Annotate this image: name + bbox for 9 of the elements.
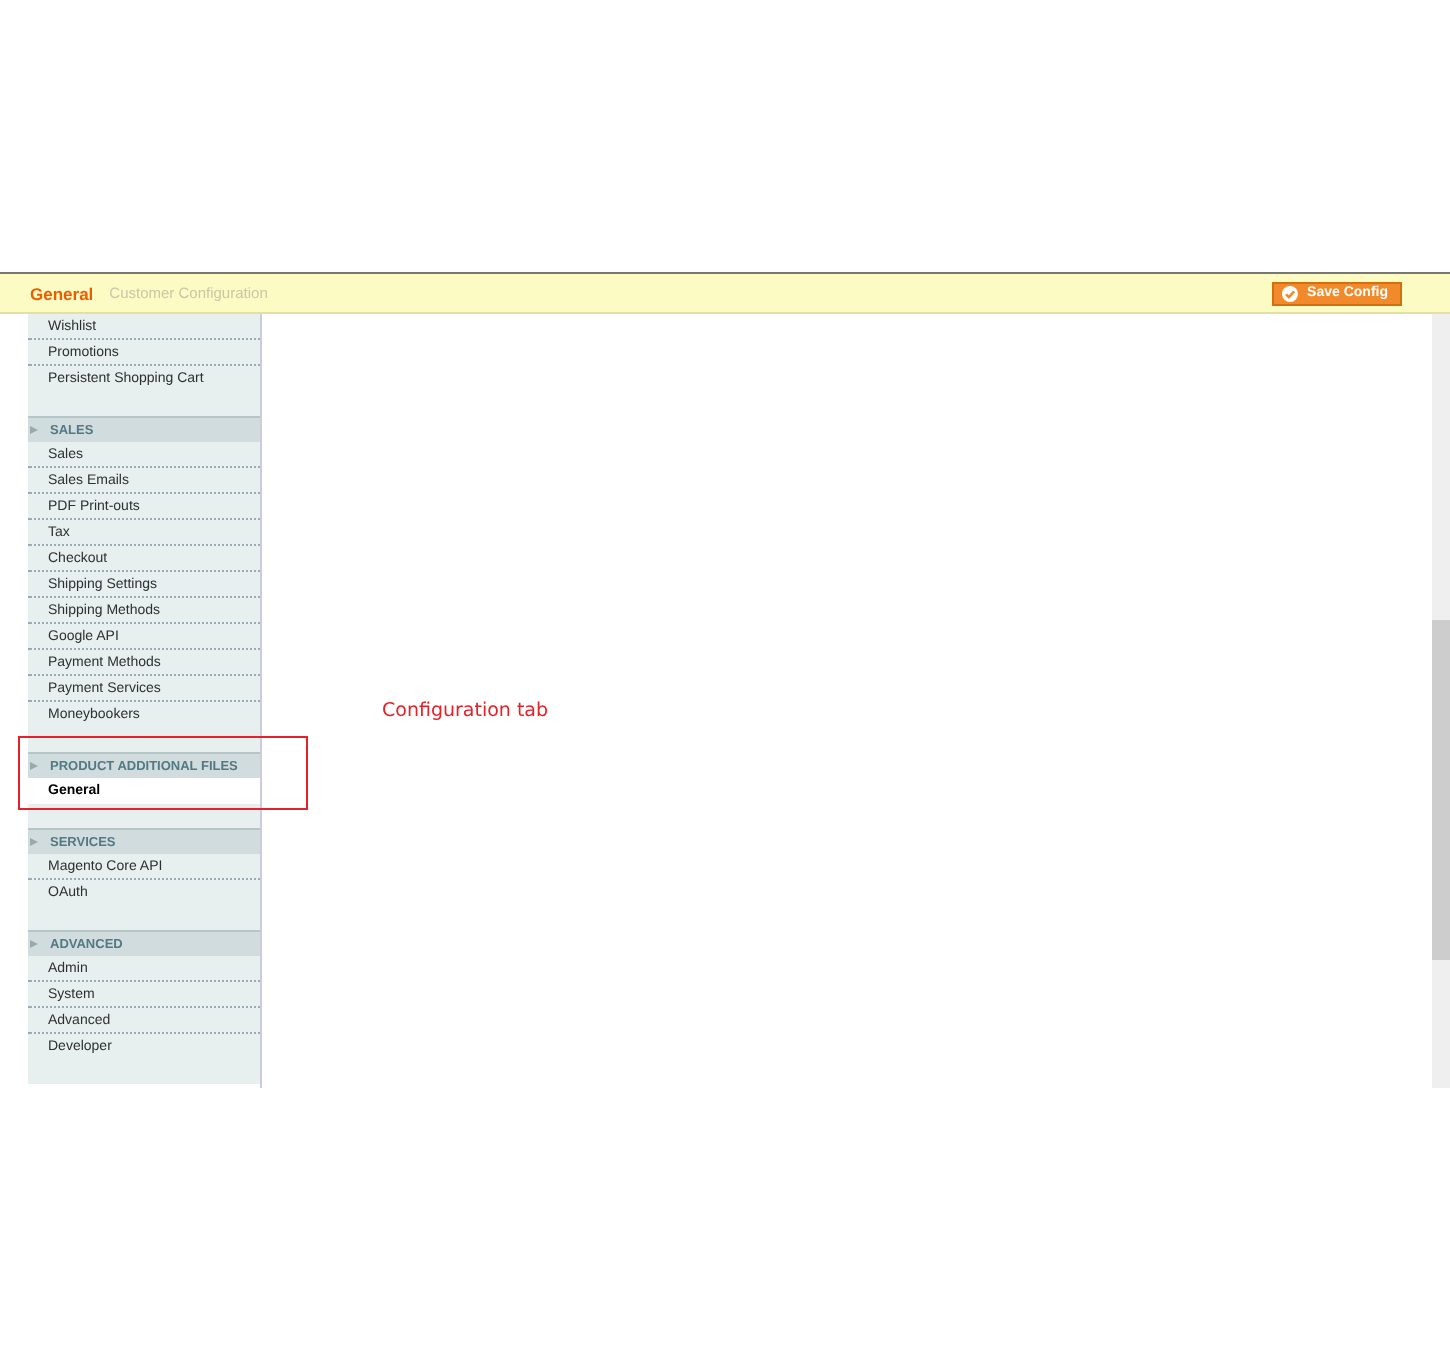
- triangle-icon: [30, 426, 38, 434]
- triangle-icon: [30, 940, 38, 948]
- scrollbar-thumb[interactable]: [1432, 620, 1450, 960]
- triangle-icon: [30, 838, 38, 846]
- scrollbar[interactable]: [1432, 314, 1450, 1088]
- check-icon: [1281, 285, 1298, 301]
- triangle-icon: [30, 762, 38, 770]
- page-title: General: [30, 283, 94, 303]
- annotation-text: Configuration tab: [382, 700, 549, 722]
